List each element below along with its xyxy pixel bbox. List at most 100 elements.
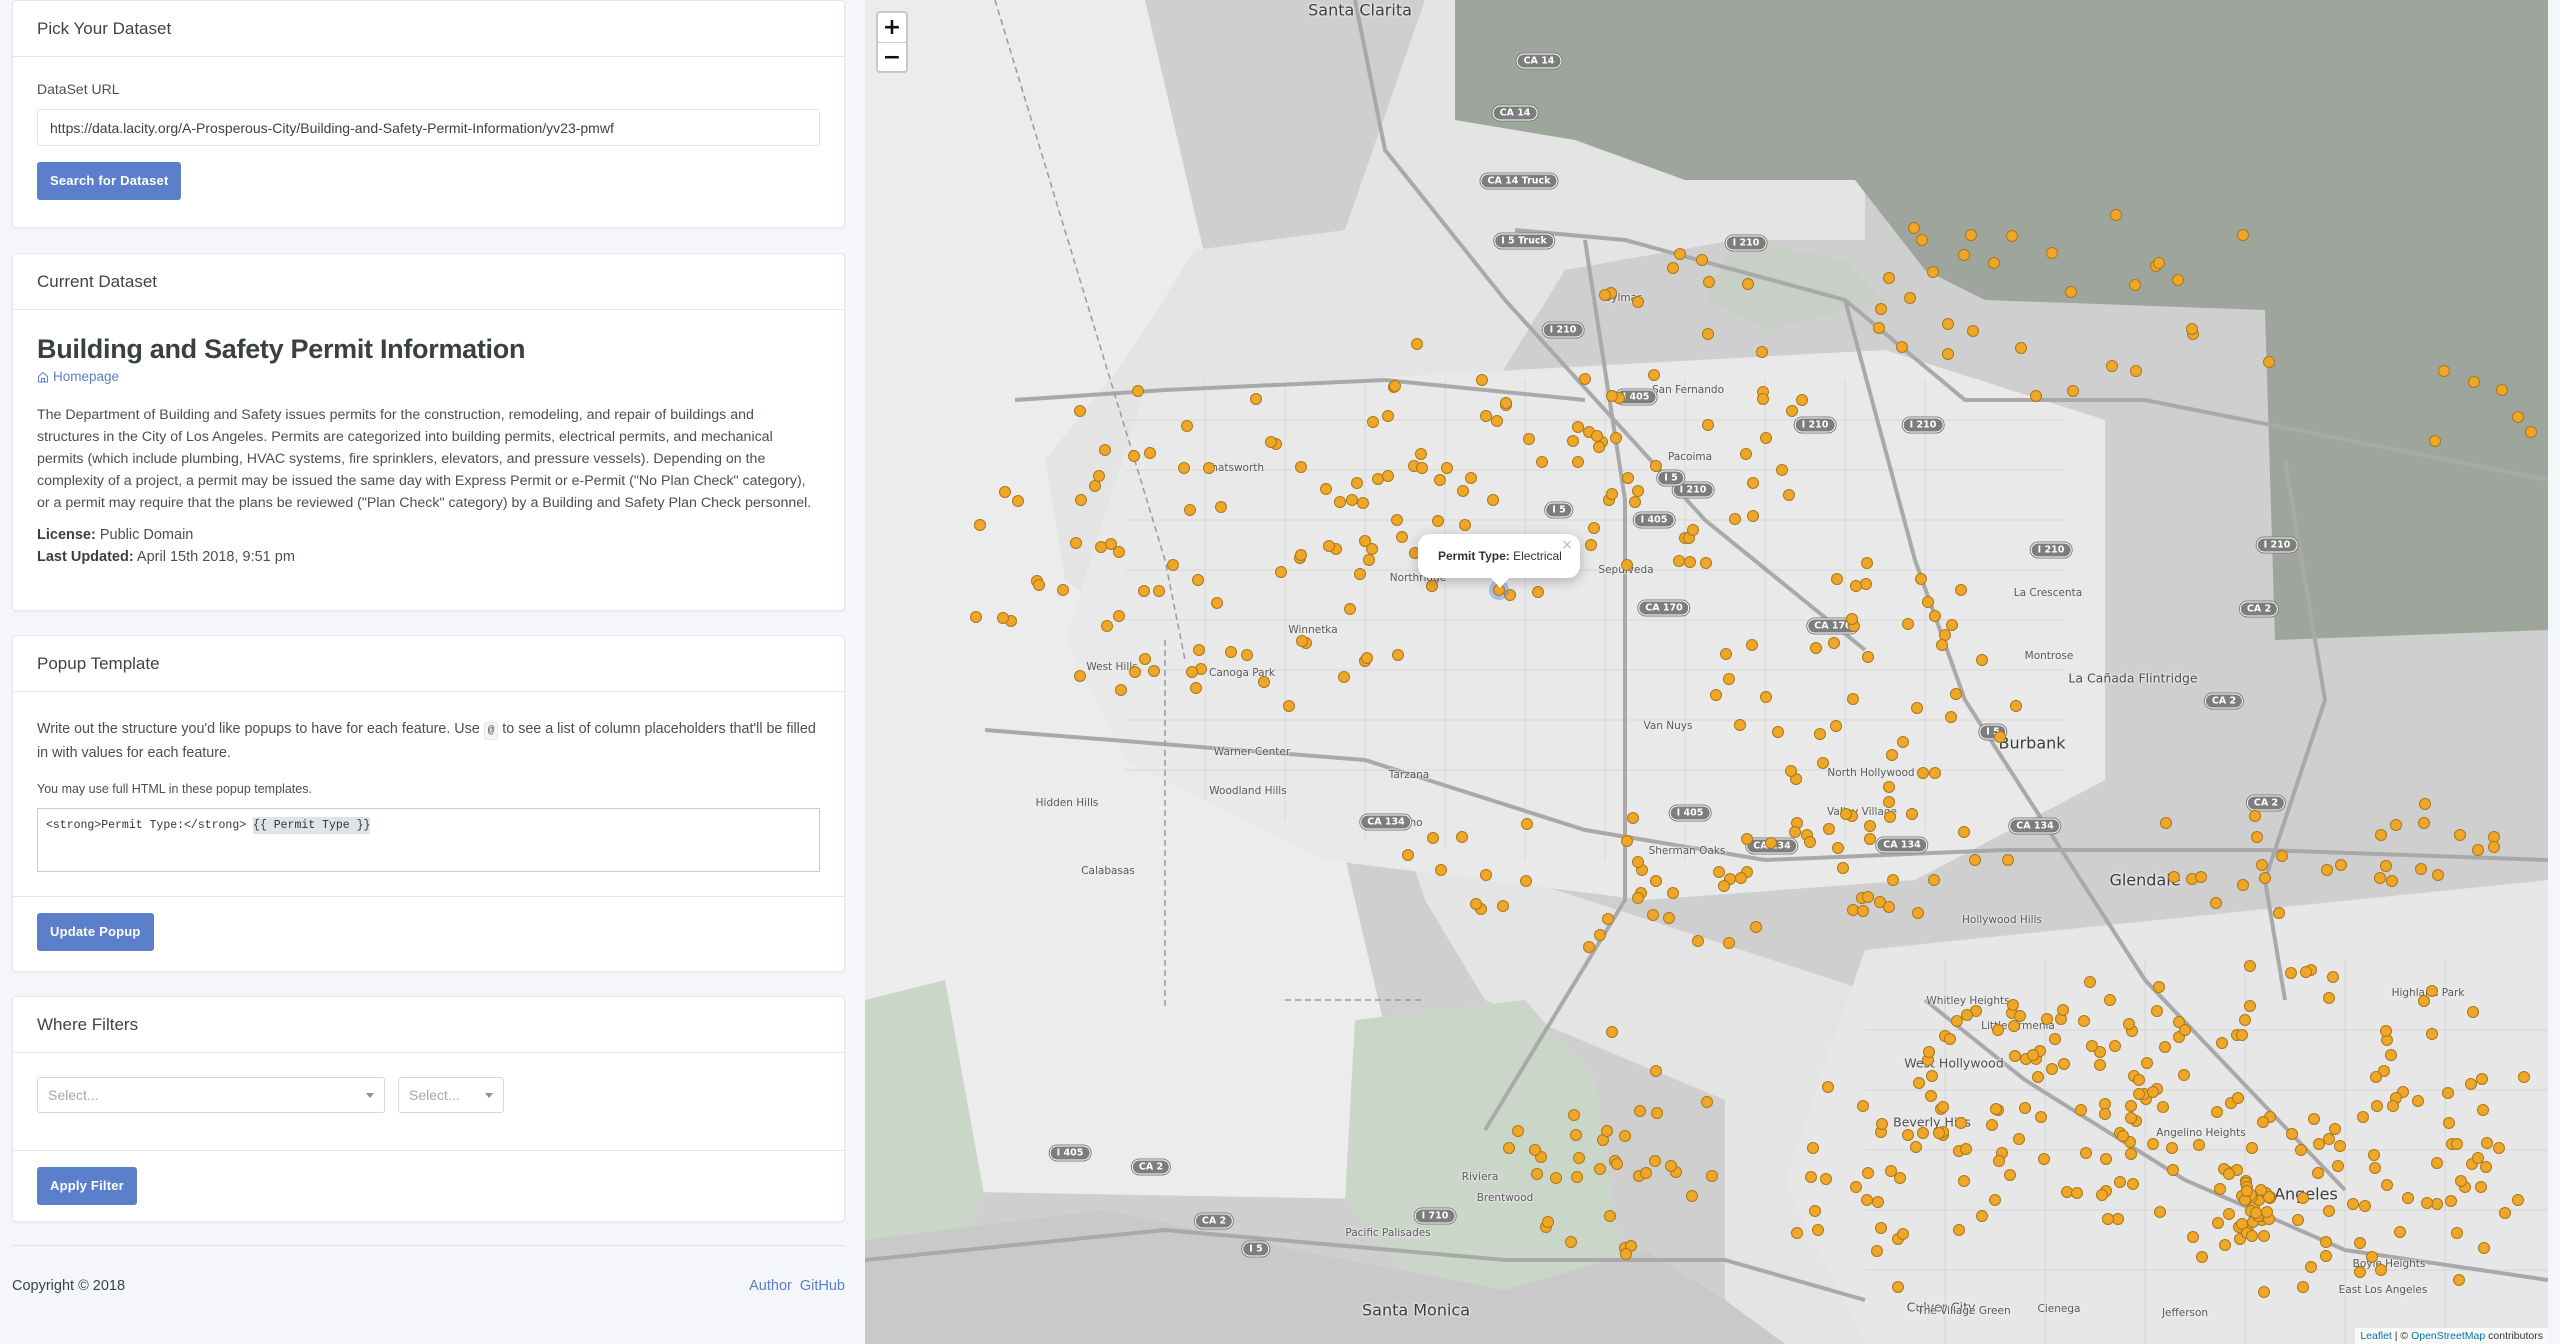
permit-marker[interactable] xyxy=(973,518,986,531)
permit-marker[interactable] xyxy=(2057,1057,2070,1070)
permit-marker[interactable] xyxy=(2329,1122,2342,1135)
permit-marker[interactable] xyxy=(1605,488,1618,501)
permit-marker[interactable] xyxy=(1862,890,1875,903)
permit-marker[interactable] xyxy=(1745,638,1758,651)
permit-marker[interactable] xyxy=(1845,613,1858,626)
permit-marker[interactable] xyxy=(1755,345,1768,358)
permit-marker[interactable] xyxy=(2477,1242,2490,1255)
permit-marker[interactable] xyxy=(1839,808,1852,821)
permit-marker[interactable] xyxy=(2070,1187,2083,1200)
permit-marker[interactable] xyxy=(1885,749,1898,761)
permit-marker[interactable] xyxy=(996,612,1009,625)
filter-operator-select[interactable]: Select... xyxy=(398,1077,504,1113)
permit-marker[interactable] xyxy=(1935,638,1948,651)
permit-marker[interactable] xyxy=(1911,701,1924,714)
permit-marker[interactable] xyxy=(1958,1174,1971,1187)
permit-marker[interactable] xyxy=(1610,431,1623,444)
permit-marker[interactable] xyxy=(1666,886,1679,899)
permit-marker[interactable] xyxy=(2334,858,2347,871)
permit-marker[interactable] xyxy=(1189,682,1202,695)
permit-marker[interactable] xyxy=(1593,440,1606,453)
permit-marker[interactable] xyxy=(2370,1070,2383,1083)
permit-marker[interactable] xyxy=(1862,650,1875,663)
permit-marker[interactable] xyxy=(1960,1008,1973,1021)
permit-marker[interactable] xyxy=(2213,1183,2226,1196)
permit-marker[interactable] xyxy=(1570,1170,1583,1183)
permit-marker[interactable] xyxy=(1831,841,1844,854)
permit-marker[interactable] xyxy=(2245,1142,2258,1155)
permit-marker[interactable] xyxy=(2384,1048,2397,1061)
permit-marker[interactable] xyxy=(2358,1200,2371,1213)
permit-marker[interactable] xyxy=(1805,1170,1818,1183)
permit-marker[interactable] xyxy=(1295,635,1308,647)
permit-marker[interactable] xyxy=(1295,548,1308,561)
permit-marker[interactable] xyxy=(2312,1138,2325,1150)
permit-marker[interactable] xyxy=(1722,673,1735,686)
permit-marker[interactable] xyxy=(2389,819,2402,832)
permit-marker[interactable] xyxy=(1994,730,2007,743)
permit-marker[interactable] xyxy=(1863,820,1876,833)
permit-marker[interactable] xyxy=(2380,1024,2393,1037)
permit-marker[interactable] xyxy=(2240,1185,2253,1198)
permit-marker[interactable] xyxy=(1862,1166,1875,1179)
permit-marker[interactable] xyxy=(1863,833,1876,846)
permit-marker[interactable] xyxy=(1989,1103,2002,1116)
permit-marker[interactable] xyxy=(2218,1239,2231,1252)
permit-marker[interactable] xyxy=(1257,676,1270,689)
permit-marker[interactable] xyxy=(2431,868,2444,881)
permit-marker[interactable] xyxy=(1415,462,1428,475)
permit-marker[interactable] xyxy=(1901,618,1914,631)
permit-marker[interactable] xyxy=(1069,536,1082,549)
permit-marker[interactable] xyxy=(1362,554,1375,567)
permit-marker[interactable] xyxy=(1396,531,1408,544)
permit-marker[interactable] xyxy=(1639,1166,1652,1179)
permit-marker[interactable] xyxy=(2019,1101,2032,1114)
permit-marker[interactable] xyxy=(2347,1197,2359,1210)
permit-marker[interactable] xyxy=(1504,588,1517,601)
permit-marker[interactable] xyxy=(2102,1212,2115,1225)
permit-marker[interactable] xyxy=(1074,669,1087,682)
permit-marker[interactable] xyxy=(1152,585,1165,598)
permit-marker[interactable] xyxy=(1573,1151,1586,1164)
permit-marker[interactable] xyxy=(1611,1157,1624,1170)
permit-marker[interactable] xyxy=(1917,766,1930,779)
leaflet-link[interactable]: Leaflet xyxy=(2360,1330,2392,1342)
permit-marker[interactable] xyxy=(1092,469,1105,482)
permit-marker[interactable] xyxy=(1958,248,1970,261)
permit-marker[interactable] xyxy=(1203,461,1216,474)
permit-marker[interactable] xyxy=(1098,444,1111,457)
permit-marker[interactable] xyxy=(1916,1127,1929,1140)
permit-marker[interactable] xyxy=(2216,1036,2229,1049)
permit-marker[interactable] xyxy=(1857,904,1869,917)
permit-marker[interactable] xyxy=(1632,295,1645,308)
permit-marker[interactable] xyxy=(1183,503,1196,516)
permit-marker[interactable] xyxy=(1756,392,1769,405)
permit-marker[interactable] xyxy=(1857,1099,1870,1112)
permit-marker[interactable] xyxy=(2166,1164,2179,1177)
permit-marker[interactable] xyxy=(1381,410,1394,423)
permit-marker[interactable] xyxy=(1590,430,1603,442)
permit-marker[interactable] xyxy=(1632,855,1645,868)
permit-marker[interactable] xyxy=(1593,1162,1606,1175)
permit-marker[interactable] xyxy=(2386,1099,2399,1112)
permit-marker[interactable] xyxy=(1634,1104,1647,1117)
permit-marker[interactable] xyxy=(1137,585,1150,598)
permit-marker[interactable] xyxy=(1926,266,1939,279)
permit-marker[interactable] xyxy=(1411,337,1423,350)
permit-marker[interactable] xyxy=(1600,1125,1613,1138)
permit-marker[interactable] xyxy=(2114,1176,2126,1189)
permit-marker[interactable] xyxy=(1457,484,1470,497)
permit-marker[interactable] xyxy=(1073,405,1086,417)
permit-marker[interactable] xyxy=(2192,1139,2205,1152)
map[interactable]: Santa Clarita Sylmar San Fernando Pacoima Ch… xyxy=(865,0,2548,1344)
permit-marker[interactable] xyxy=(1816,757,1829,770)
permit-marker[interactable] xyxy=(1620,558,1633,571)
permit-marker[interactable] xyxy=(1975,654,1988,667)
permit-marker[interactable] xyxy=(2236,228,2249,241)
permit-marker[interactable] xyxy=(2445,1194,2458,1207)
permit-marker[interactable] xyxy=(2255,858,2268,871)
permit-marker[interactable] xyxy=(1964,229,1977,242)
permit-marker[interactable] xyxy=(1705,1170,1718,1183)
homepage-link[interactable]: Homepage xyxy=(37,369,119,384)
permit-marker[interactable] xyxy=(1360,651,1373,664)
